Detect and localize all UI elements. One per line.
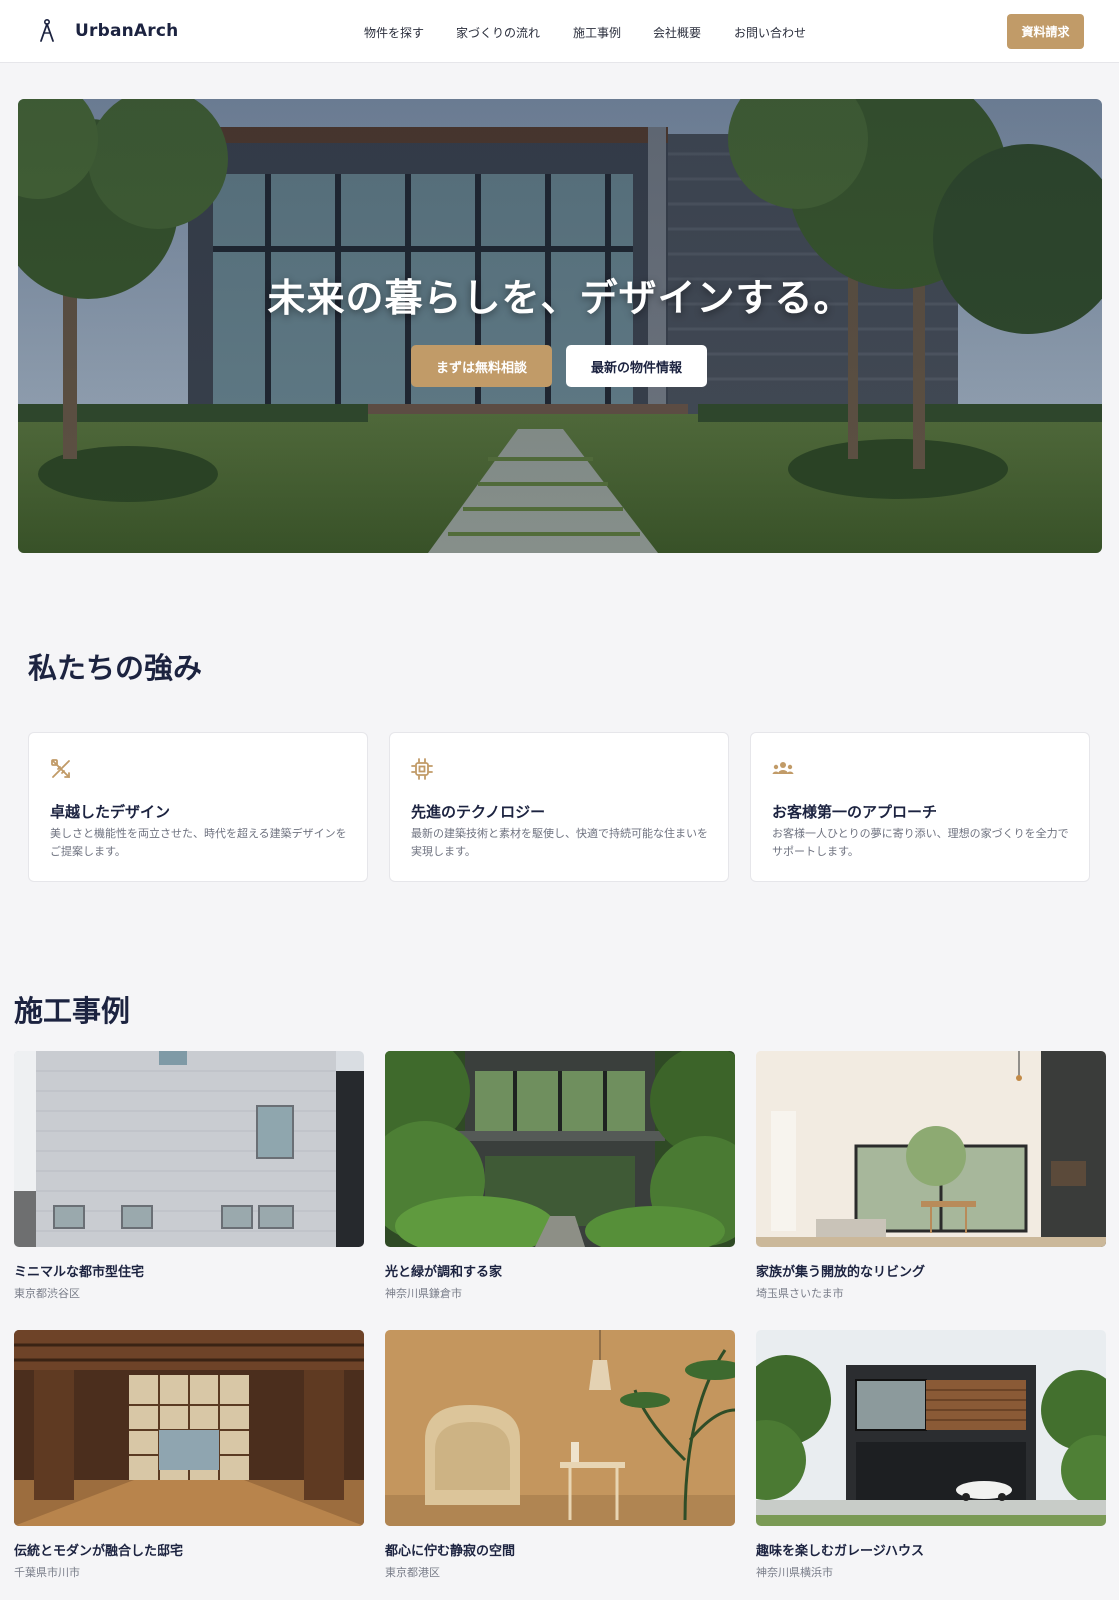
work-location: 東京都渋谷区: [14, 1287, 80, 1300]
work-title: 都心に佇む静寂の空間: [385, 1544, 516, 1559]
compass-logo-icon: [40, 18, 54, 42]
work-image-quiet-space: [385, 1330, 735, 1526]
strength-card-design: 卓越したデザイン 美しさと機能性を両立させた、時代を超える建築デザインをご提案し…: [28, 732, 368, 882]
strength-card-title: お客様第一のアプローチ: [772, 803, 938, 821]
hero-title: 未来の暮らしを、デザインする。: [267, 276, 853, 320]
strength-card-customer: お客様第一のアプローチ お客様一人ひとりの夢に寄り添い、理想の家づくりを全力でサ…: [750, 732, 1090, 882]
strengths-heading: 私たちの強み: [28, 651, 203, 685]
strength-card-title: 先進のテクノロジー: [411, 803, 546, 821]
free-consultation-button[interactable]: まずは無料相談: [411, 345, 552, 387]
design-tools-icon: [51, 759, 70, 778]
work-location: 神奈川県横浜市: [756, 1566, 833, 1579]
strength-card-text: 美しさと機能性を両立させた、時代を超える建築デザインをご提案します。: [50, 827, 347, 858]
work-title: 家族が集う開放的なリビング: [756, 1265, 926, 1280]
work-location: 東京都港区: [385, 1566, 440, 1579]
strength-card-title: 卓越したデザイン: [50, 803, 171, 821]
nav-item-building-flow[interactable]: 家づくりの流れ: [456, 24, 540, 41]
work-card[interactable]: 光と緑が調和する家 神奈川県鎌倉市: [385, 1051, 735, 1301]
work-title: 光と緑が調和する家: [385, 1265, 503, 1280]
people-icon: [772, 762, 794, 774]
work-card[interactable]: 都心に佇む静寂の空間 東京都港区: [385, 1330, 735, 1580]
work-title: 伝統とモダンが融合した邸宅: [14, 1544, 184, 1559]
site-header: UrbanArch 物件を探す 家づくりの流れ 施工事例 会社概要 お問い合わせ…: [0, 0, 1119, 63]
work-image-green-house: [385, 1051, 735, 1247]
work-image-open-living: [756, 1051, 1106, 1247]
work-location: 神奈川県鎌倉市: [385, 1287, 462, 1300]
strength-card-technology: 先進のテクノロジー 最新の建築技術と素材を駆使し、快適で持続可能な住まいを実現し…: [389, 732, 729, 882]
strength-card-text: お客様一人ひとりの夢に寄り添い、理想の家づくりを全力でサポートします。: [772, 827, 1069, 858]
nav-item-company[interactable]: 会社概要: [653, 24, 701, 41]
strength-card-text: 最新の建築技術と素材を駆使し、快適で持続可能な住まいを実現します。: [411, 827, 708, 858]
work-card[interactable]: ミニマルな都市型住宅 東京都渋谷区: [14, 1051, 364, 1301]
work-title: 趣味を楽しむガレージハウス: [756, 1544, 924, 1559]
chip-icon: [411, 758, 433, 780]
hero-house-image: [18, 99, 1102, 553]
latest-properties-button[interactable]: 最新の物件情報: [566, 345, 707, 387]
work-title: ミニマルな都市型住宅: [14, 1265, 145, 1280]
brand-name: UrbanArch: [75, 21, 179, 41]
works-heading: 施工事例: [14, 994, 131, 1028]
work-location: 埼玉県さいたま市: [756, 1287, 844, 1300]
work-card[interactable]: 趣味を楽しむガレージハウス 神奈川県横浜市: [756, 1330, 1106, 1580]
work-image-minimal-house: [14, 1051, 364, 1247]
brand-logo[interactable]: UrbanArch: [38, 18, 178, 44]
nav-item-works[interactable]: 施工事例: [573, 24, 621, 41]
work-image-traditional-house: [14, 1330, 364, 1526]
request-brochure-button[interactable]: 資料請求: [1007, 14, 1084, 49]
work-location: 千葉県市川市: [14, 1566, 80, 1579]
work-image-garage-house: [756, 1330, 1106, 1526]
work-card[interactable]: 伝統とモダンが融合した邸宅 千葉県市川市: [14, 1330, 364, 1580]
nav-item-contact[interactable]: お問い合わせ: [734, 24, 806, 41]
hero-section: 未来の暮らしを、デザインする。 まずは無料相談 最新の物件情報: [18, 99, 1102, 553]
work-card[interactable]: 家族が集う開放的なリビング 埼玉県さいたま市: [756, 1051, 1106, 1301]
nav-item-search-properties[interactable]: 物件を探す: [364, 24, 424, 41]
